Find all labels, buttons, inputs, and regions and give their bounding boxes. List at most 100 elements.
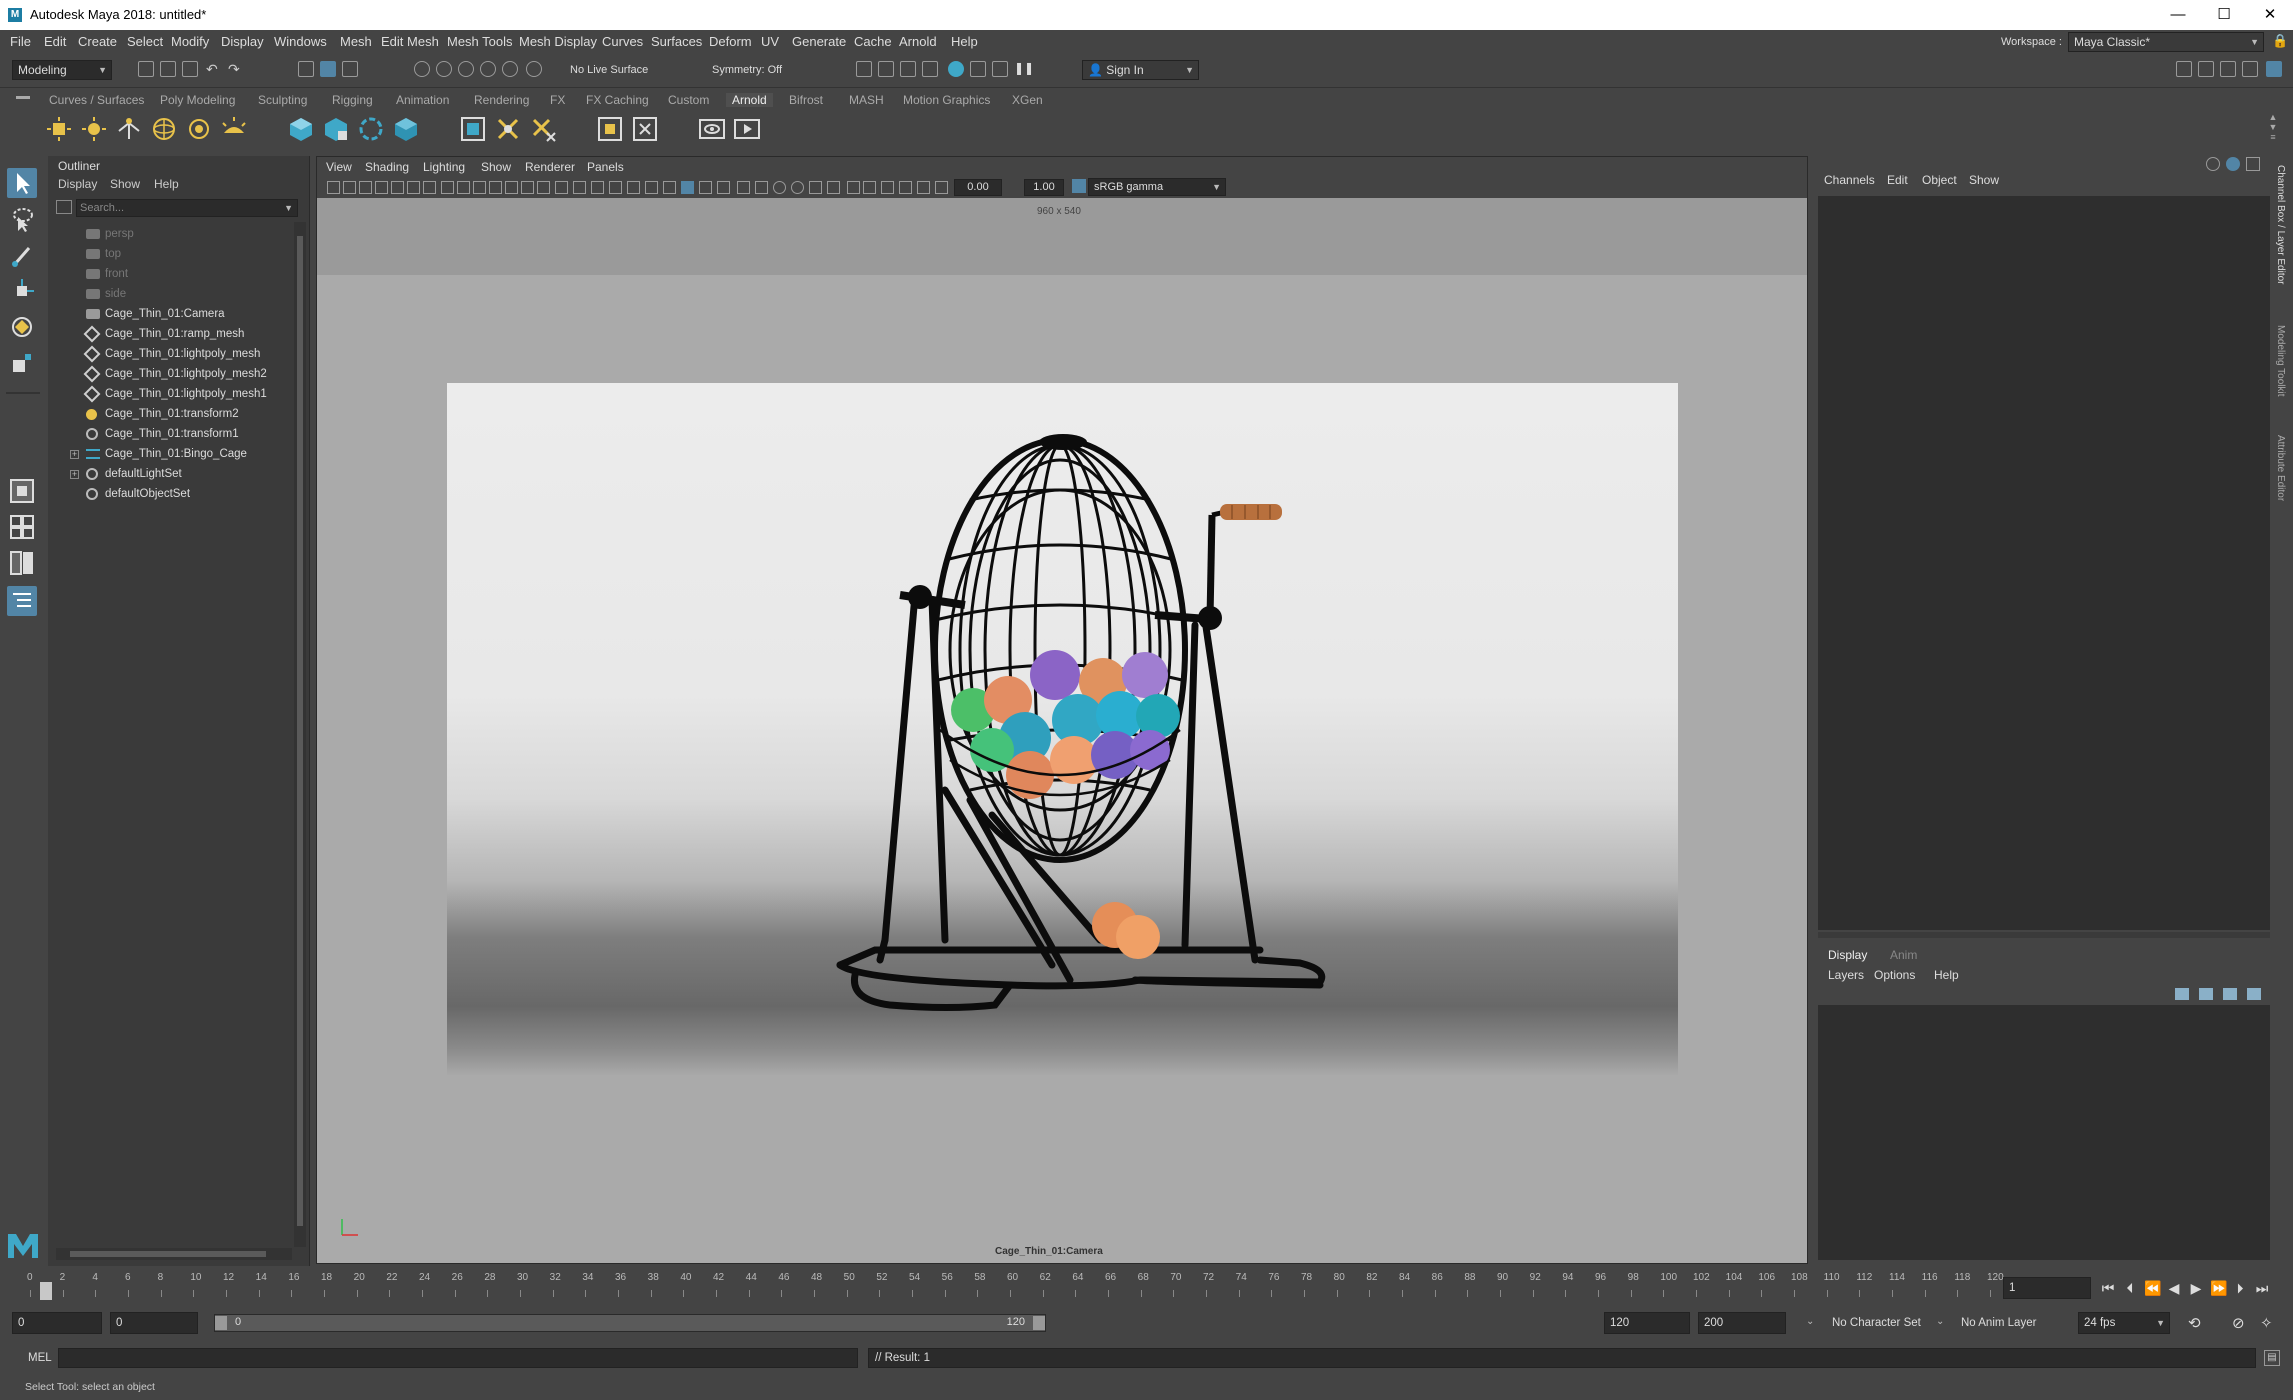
menu-mesh-tools[interactable]: Mesh Tools — [447, 34, 513, 49]
viewport-tool-icon[interactable] — [917, 181, 930, 194]
light-portal-icon[interactable] — [220, 115, 248, 143]
shelf-tab-animation[interactable]: Animation — [396, 93, 449, 107]
light-manager-icon[interactable] — [631, 115, 659, 143]
color-space-dropdown[interactable]: sRGB gamma ▼ — [1088, 178, 1226, 196]
outliner-menu-display[interactable]: Display — [58, 177, 97, 191]
outliner-item[interactable]: Cage_Thin_01:transform2 — [48, 405, 288, 425]
perspective-outliner-view-icon[interactable] — [7, 548, 37, 578]
viewport-tool-icon[interactable] — [645, 181, 658, 194]
exposure-field[interactable]: 0.00 — [954, 179, 1002, 196]
chevron-down-icon[interactable]: ⌄ — [1936, 1316, 1944, 1327]
scrollbar-thumb[interactable] — [70, 1251, 266, 1257]
render-current-icon[interactable] — [878, 61, 894, 77]
menu-arnold[interactable]: Arnold — [899, 34, 937, 49]
channel-menu-channels[interactable]: Channels — [1824, 173, 1875, 187]
current-time-indicator[interactable] — [40, 1282, 53, 1300]
viewport-menu-renderer[interactable]: Renderer — [525, 160, 575, 174]
move-layer-down-icon[interactable] — [2199, 988, 2213, 1000]
viewport-menu-shading[interactable]: Shading — [365, 160, 409, 174]
menu-uv[interactable]: UV — [761, 34, 779, 49]
open-scene-icon[interactable] — [160, 61, 176, 77]
snap-curve-icon[interactable] — [436, 61, 452, 77]
menu-display[interactable]: Display — [221, 34, 264, 49]
viewport-tool-icon[interactable] — [375, 181, 388, 194]
channel-menu-object[interactable]: Object — [1922, 173, 1957, 187]
tool-settings-toggle-icon[interactable] — [2220, 61, 2236, 77]
viewport-tool-icon[interactable] — [391, 181, 404, 194]
shelf-tab-rendering[interactable]: Rendering — [474, 93, 529, 107]
select-hierarchy-icon[interactable] — [298, 61, 314, 77]
new-layer-icon[interactable] — [2223, 988, 2237, 1000]
snap-grid-icon[interactable] — [414, 61, 430, 77]
panel-splitter[interactable] — [1818, 932, 2270, 938]
workspace-dropdown[interactable]: Maya Classic* ▼ — [2068, 32, 2264, 52]
outliner-item[interactable]: front — [48, 265, 288, 285]
shelf-tab-motion-graphics[interactable]: Motion Graphics — [903, 93, 990, 107]
select-object-icon[interactable] — [320, 61, 336, 77]
maximize-button[interactable]: ☐ — [2201, 0, 2247, 30]
outliner-item[interactable]: Cage_Thin_01:Camera — [48, 305, 288, 325]
live-surface-label[interactable]: No Live Surface — [570, 64, 648, 76]
outliner-item[interactable]: Cage_Thin_01:lightpoly_mesh1 — [48, 385, 288, 405]
viewport-tool-icon[interactable] — [343, 181, 356, 194]
arnold-render-view-icon[interactable] — [970, 61, 986, 77]
physical-sky-icon[interactable] — [185, 115, 213, 143]
snap-vertex-icon[interactable] — [526, 61, 542, 77]
menu-select[interactable]: Select — [127, 34, 163, 49]
attribute-display-icon[interactable] — [2226, 157, 2240, 171]
playback-end-field[interactable]: 120 — [1604, 1312, 1690, 1334]
viewport-tool-icon[interactable] — [457, 181, 470, 194]
viewport-tool-icon[interactable] — [473, 181, 486, 194]
viewport-tool-icon[interactable] — [407, 181, 420, 194]
layer-tab-display[interactable]: Display — [1828, 948, 1867, 962]
viewport-tool-icon[interactable] — [847, 181, 860, 194]
save-scene-icon[interactable] — [182, 61, 198, 77]
viewport-tool-icon[interactable] — [755, 181, 768, 194]
delete-cache-icon[interactable] — [529, 115, 557, 143]
channel-menu-edit[interactable]: Edit — [1887, 173, 1908, 187]
sequence-render-icon[interactable] — [992, 61, 1008, 77]
viewport-tool-icon[interactable] — [809, 181, 822, 194]
menu-generate[interactable]: Generate — [792, 34, 846, 49]
viewport-tool-icon[interactable] — [881, 181, 894, 194]
new-layer-selected-icon[interactable] — [2247, 988, 2261, 1000]
character-set-label[interactable]: No Character Set — [1832, 1317, 1921, 1329]
outliner-menu-help[interactable]: Help — [154, 177, 179, 191]
standin-icon[interactable] — [287, 115, 315, 143]
viewport-tool-icon[interactable] — [423, 181, 436, 194]
lock-icon[interactable]: 🔒 — [2272, 33, 2288, 49]
current-frame-field[interactable]: 1 — [2003, 1277, 2091, 1299]
viewport-tool-icon[interactable] — [717, 181, 730, 194]
snap-surface-icon[interactable] — [502, 61, 518, 77]
shelf-tab-arnold[interactable]: Arnold — [726, 93, 773, 107]
photometric-light-icon[interactable] — [115, 115, 143, 143]
redo-icon[interactable]: ↷ — [228, 61, 244, 77]
viewport-menu-lighting[interactable]: Lighting — [423, 160, 465, 174]
viewport-menu-show[interactable]: Show — [481, 160, 511, 174]
menu-file[interactable]: File — [10, 34, 31, 49]
menu-create[interactable]: Create — [78, 34, 117, 49]
viewport-menu-view[interactable]: View — [326, 160, 352, 174]
viewport-tool-icon[interactable] — [359, 181, 372, 194]
shelf-tab-mash[interactable]: MASH — [849, 93, 884, 107]
shelf-tab-poly-modeling[interactable]: Poly Modeling — [160, 93, 235, 107]
shelf-tab-sculpting[interactable]: Sculpting — [258, 93, 307, 107]
volume-icon[interactable] — [357, 115, 385, 143]
step-back-frame-icon[interactable]: ⏴ — [2122, 1280, 2138, 1296]
outliner-search-input[interactable]: Search... ▼ — [76, 199, 298, 217]
shelf-tab-xgen[interactable]: XGen — [1012, 93, 1043, 107]
viewport-tool-icon[interactable] — [327, 181, 340, 194]
menu-edit[interactable]: Edit — [44, 34, 66, 49]
playback-range-bar[interactable]: 0 120 — [214, 1314, 1046, 1332]
fps-dropdown[interactable]: 24 fps ▼ — [2078, 1312, 2170, 1334]
viewport-tool-icon[interactable] — [773, 181, 786, 194]
channel-box-toggle-icon[interactable] — [2242, 61, 2258, 77]
four-view-icon[interactable] — [7, 512, 37, 542]
outliner-item[interactable]: Cage_Thin_01:lightpoly_mesh — [48, 345, 288, 365]
side-tab-modeling-toolkit[interactable]: Modeling Toolkit — [2275, 325, 2286, 397]
go-to-start-icon[interactable]: ⏮ — [2100, 1280, 2116, 1296]
select-component-icon[interactable] — [342, 61, 358, 77]
undo-icon[interactable]: ↶ — [206, 61, 222, 77]
outliner-horizontal-scrollbar[interactable] — [56, 1248, 292, 1260]
pause-icon[interactable]: ❚❚ — [1014, 61, 1034, 77]
